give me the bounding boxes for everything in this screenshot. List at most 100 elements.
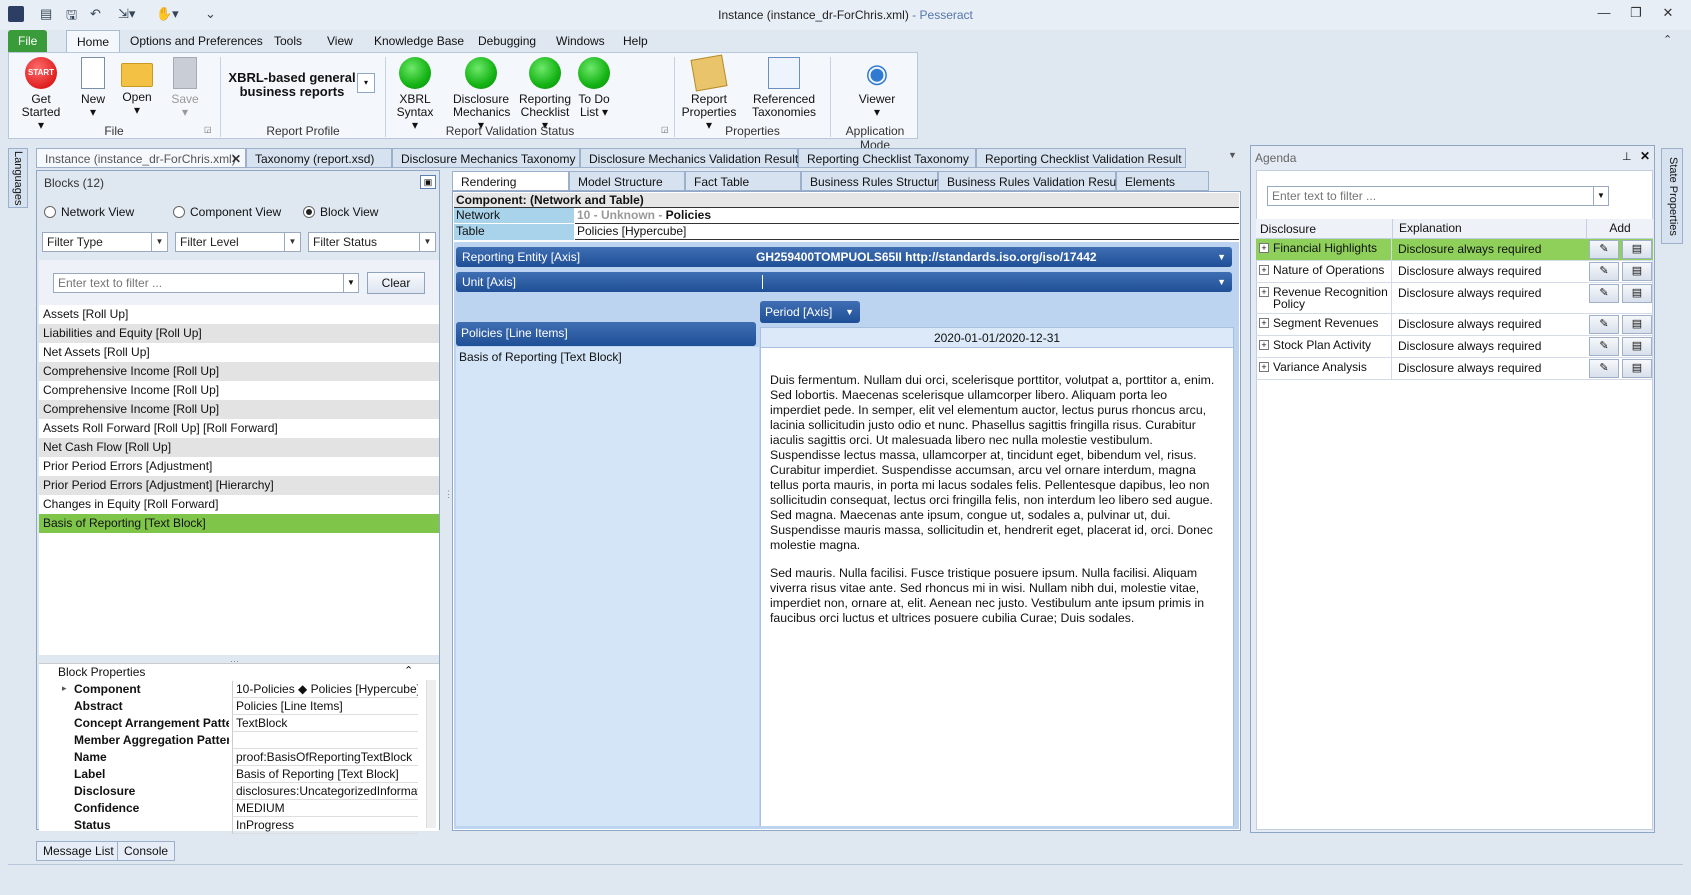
tab-instance[interactable]: Instance (instance_dr-ForChris.xml) ✕ [36,148,246,168]
expand-icon[interactable]: + [1259,243,1269,253]
dialog-launcher-icon[interactable]: ◲ [661,125,669,134]
column-explanation[interactable]: Explanation [1392,219,1462,238]
tab-home[interactable]: Home [66,30,121,52]
tab-taxonomy[interactable]: Taxonomy (report.xsd) [246,148,392,168]
tab-help[interactable]: Help [613,30,658,52]
block-list-item[interactable]: Assets Roll Forward [Roll Up] [Roll Forw… [39,419,439,438]
magic-wand-icon[interactable]: ✎ [1589,240,1619,259]
tab-disclosure-mechanics-taxonomy[interactable]: Disclosure Mechanics Taxonomy [392,148,580,168]
tab-knowledge-base[interactable]: Knowledge Base [364,30,474,52]
add-form-icon[interactable]: ▤ [1622,262,1652,281]
property-row[interactable]: Confidence MEDIUM [59,800,419,817]
open-button[interactable]: Open ▾ [117,57,157,117]
xbrl-syntax-button[interactable]: XBRL Syntax ▾ [387,57,443,132]
console-tab[interactable]: Console [117,841,176,861]
expand-icon[interactable]: + [1259,318,1269,328]
disclosure-mechanics-button[interactable]: Disclosure Mechanics ▾ [453,57,510,132]
filter-status-select[interactable]: Filter Status ▼ [308,232,436,252]
expand-icon[interactable]: + [1259,287,1269,297]
export-icon[interactable]: ⇲▾ [118,6,135,24]
property-value[interactable]: InProgress [232,817,418,834]
block-list-item[interactable]: Net Assets [Roll Up] [39,343,439,362]
agenda-row[interactable]: + Variance Analysis Disclosure always requ… [1256,358,1653,380]
reporting-entity-axis[interactable]: Reporting Entity [Axis] GH259400TOMPUOLS6… [456,247,1232,267]
collapse-ribbon-icon[interactable]: ⌃ [1663,33,1672,46]
magic-wand-icon[interactable]: ✎ [1589,262,1619,281]
expand-icon[interactable]: + [1259,362,1269,372]
todo-list-button[interactable]: To Do List ▾ [569,57,619,119]
add-form-icon[interactable]: ▤ [1622,337,1652,356]
property-row[interactable]: Label Basis of Reporting [Text Block] [59,766,419,783]
undo-icon[interactable]: ↶ [90,6,101,24]
tab-fact-table[interactable]: Fact Table [685,171,801,191]
property-value[interactable]: Policies [Line Items] [232,698,418,715]
pin-icon[interactable]: ⊥ [1622,150,1632,163]
component-view-radio[interactable]: Component View [173,205,281,219]
minimize-icon[interactable]: — [1593,5,1615,23]
tab-reporting-checklist-validation[interactable]: Reporting Checklist Validation Result [976,148,1186,168]
block-list-item[interactable]: Net Cash Flow [Roll Up] [39,438,439,457]
property-value[interactable]: proof:BasisOfReportingTextBlock [232,749,418,766]
block-list-item[interactable]: Prior Period Errors [Adjustment] [39,457,439,476]
close-window-icon[interactable]: ✕ [1657,5,1679,23]
column-disclosure[interactable]: Disclosure [1260,222,1316,236]
tab-list-dropdown-icon[interactable]: ▼ [1228,150,1237,160]
line-items-header[interactable]: Policies [Line Items] [456,322,756,346]
reporting-checklist-button[interactable]: Reporting Checklist ▾ [517,57,573,132]
property-value[interactable]: TextBlock [232,715,418,732]
tab-reporting-checklist-taxonomy[interactable]: Reporting Checklist Taxonomy [798,148,976,168]
agenda-row[interactable]: + Financial Highlights Disclosure always r… [1256,239,1653,261]
agenda-row[interactable]: + Stock Plan Activity Disclosure always re… [1256,336,1653,358]
filter-level-select[interactable]: Filter Level ▼ [175,232,301,252]
languages-side-tab[interactable]: Languages [8,148,28,208]
property-row[interactable]: Member Aggregation Pattern [59,732,419,749]
magic-wand-icon[interactable]: ✎ [1589,315,1619,334]
report-profile-dropdown[interactable]: ▾ [357,73,375,93]
magic-wand-icon[interactable]: ✎ [1589,337,1619,356]
block-list-item[interactable]: Comprehensive Income [Roll Up] [39,362,439,381]
tab-business-rules-validation[interactable]: Business Rules Validation Results [938,171,1128,191]
add-form-icon[interactable]: ▤ [1622,359,1652,378]
agenda-row[interactable]: + Nature of Operations Disclosure always r… [1256,261,1653,283]
referenced-taxonomies-button[interactable]: Referenced Taxonomies [749,57,819,119]
xbrl-icon[interactable]: ▤ [40,6,52,24]
new-button[interactable]: New ▾ [73,57,113,119]
agenda-row[interactable]: + Revenue Recognition Policy Disclosure al… [1256,283,1653,314]
dialog-launcher-icon[interactable]: ◲ [204,125,212,134]
hand-icon[interactable]: ✋▾ [156,6,179,24]
collapse-icon[interactable]: ⌃ [404,664,413,677]
block-list-item[interactable]: Comprehensive Income [Roll Up] [39,381,439,400]
property-row[interactable]: Component 10-Policies ◆ Policies [Hypercu… [59,681,419,698]
unit-axis[interactable]: Unit [Axis] ▼ [456,272,1232,292]
tab-tools[interactable]: Tools [264,30,312,52]
tab-windows[interactable]: Windows [546,30,615,52]
tab-business-rules-structure[interactable]: Business Rules Structure [801,171,945,191]
property-value[interactable]: Basis of Reporting [Text Block] [232,766,418,783]
block-list-item[interactable]: Assets [Roll Up] [39,305,439,324]
property-row[interactable]: Status InProgress [59,817,419,834]
property-row[interactable]: Disclosure disclosures:UncategorizedInfor… [59,783,419,800]
tab-rendering[interactable]: Rendering [452,171,569,191]
magic-wand-icon[interactable]: ✎ [1589,284,1619,303]
block-list-item[interactable]: Comprehensive Income [Roll Up] [39,400,439,419]
clear-button[interactable]: Clear [367,272,425,294]
blocks-search-input[interactable] [53,273,359,293]
block-list-item[interactable]: Changes in Equity [Roll Forward] [39,495,439,514]
chevron-down-icon[interactable]: ▼ [1593,187,1608,205]
property-row[interactable]: Abstract Policies [Line Items] [59,698,419,715]
period-axis-button[interactable]: Period [Axis] ▼ [760,301,860,323]
expand-icon[interactable]: + [1259,340,1269,350]
save-quick-icon[interactable]: 🖫 [66,6,77,24]
tab-options[interactable]: Options and Preferences [120,30,273,52]
block-list-item[interactable]: Liabilities and Equity [Roll Up] [39,324,439,343]
property-value[interactable]: MEDIUM [232,800,418,817]
tab-file[interactable]: File [8,30,48,52]
viewer-button[interactable]: ◉ Viewer ▾ [845,57,909,119]
add-form-icon[interactable]: ▤ [1622,315,1652,334]
app-icon[interactable] [8,6,24,22]
network-view-radio[interactable]: Network View [44,205,134,219]
agenda-search-input[interactable] [1267,186,1609,206]
chevron-down-icon[interactable]: ▼ [343,274,358,292]
state-properties-side-tab[interactable]: State Properties [1661,148,1683,244]
property-value[interactable]: disclosures:UncategorizedInformation [232,783,418,800]
